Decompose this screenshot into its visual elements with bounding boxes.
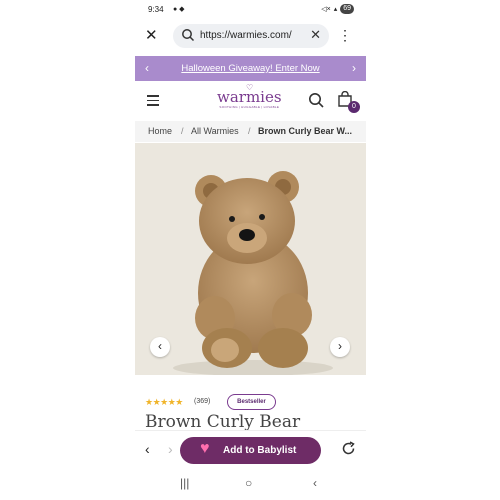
back-arrow-icon[interactable]: ‹ — [145, 441, 150, 457]
system-icons: ◁× ▴ 69 — [321, 4, 354, 14]
battery-indicator: 69 — [340, 4, 354, 14]
add-to-babylist-label: Add to Babylist — [223, 445, 297, 456]
heart-icon: ♥ — [200, 440, 210, 457]
star-rating[interactable]: ★★★★★ — [145, 397, 183, 408]
cart-count-badge: 0 — [348, 101, 360, 113]
status-time: 9:34 — [148, 5, 164, 14]
home-icon[interactable]: ○ — [245, 476, 252, 490]
hamburger-menu-icon[interactable] — [147, 95, 159, 109]
mute-icon: ◁× — [321, 6, 331, 13]
logo-tagline: SOOTHING | HUGGABLE | LOVABLE — [219, 105, 280, 109]
refresh-icon[interactable] — [341, 441, 356, 456]
product-title: Brown Curly Bear — [145, 412, 301, 432]
promo-next-icon[interactable]: › — [352, 61, 356, 75]
notification-icons: ● ◆ — [173, 6, 185, 13]
bottom-toolbar: ‹ › ♥ Add to Babylist — [135, 430, 366, 471]
logo-heart-icon: ♡ — [246, 83, 254, 92]
url-field[interactable]: https://warmies.com/ ✕ — [173, 24, 329, 48]
signal-icon: ▴ — [333, 6, 338, 13]
breadcrumb: Home / All Warmies / Brown Curly Bear W.… — [135, 121, 366, 142]
site-search-icon[interactable] — [308, 92, 324, 108]
review-count[interactable]: (369) — [194, 398, 210, 405]
image-prev-button[interactable]: ‹ — [150, 337, 170, 357]
status-bar: 9:34 ● ◆ ◁× ▴ 69 — [135, 0, 366, 20]
url-text: https://warmies.com/ — [200, 30, 292, 41]
search-icon — [182, 29, 195, 42]
phone-screen: 9:34 ● ◆ ◁× ▴ 69 ✕ https://warmies.com/ … — [135, 0, 366, 500]
promo-banner: ‹ Halloween Giveaway! Enter Now › — [135, 56, 366, 81]
close-tab-icon[interactable]: ✕ — [145, 26, 158, 44]
breadcrumb-separator: / — [248, 126, 251, 136]
browser-toolbar: ✕ https://warmies.com/ ✕ ⋮ — [135, 22, 366, 50]
breadcrumb-all-warmies[interactable]: All Warmies — [191, 126, 239, 136]
bestseller-badge: Bestseller — [227, 394, 276, 410]
recent-apps-icon[interactable]: ||| — [180, 476, 189, 490]
site-header: ♡ warmies SOOTHING | HUGGABLE | LOVABLE … — [135, 83, 366, 119]
system-back-icon[interactable]: ‹ — [313, 476, 317, 490]
add-to-babylist-button[interactable]: ♥ Add to Babylist — [180, 437, 321, 464]
forward-arrow-icon[interactable]: › — [168, 441, 173, 457]
system-nav-bar: ||| ○ ‹ — [135, 472, 366, 500]
clear-url-icon[interactable]: ✕ — [310, 27, 321, 43]
more-options-icon[interactable]: ⋮ — [338, 27, 352, 44]
breadcrumb-separator: / — [181, 126, 184, 136]
brand-logo[interactable]: ♡ warmies SOOTHING | HUGGABLE | LOVABLE — [217, 83, 282, 109]
breadcrumb-current: Brown Curly Bear W... — [258, 126, 353, 136]
image-next-button[interactable]: › — [330, 337, 350, 357]
breadcrumb-home[interactable]: Home — [148, 126, 172, 136]
promo-link[interactable]: Halloween Giveaway! Enter Now — [135, 63, 366, 74]
